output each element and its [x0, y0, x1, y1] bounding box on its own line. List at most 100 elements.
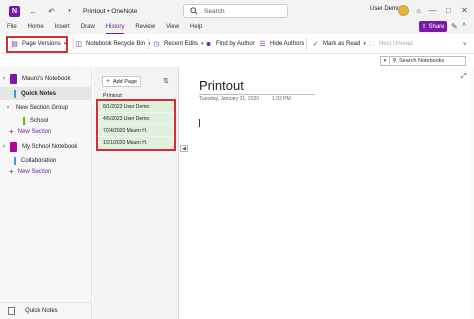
back-icon[interactable]: ← — [29, 7, 38, 16]
onenote-app-icon: N — [9, 5, 20, 17]
section-item-quick-notes[interactable]: Quick Notes — [0, 87, 92, 100]
section-color-bar — [23, 116, 25, 125]
search-box[interactable]: Search — [183, 4, 288, 18]
search-icon — [190, 7, 198, 15]
page-versions-button[interactable]: ▤ Page Versions ▾ — [10, 37, 66, 51]
next-unread-icon: □ — [369, 40, 374, 48]
chevron-down-icon[interactable]: ˅ — [463, 42, 467, 48]
next-unread-label: Next Unread — [379, 41, 413, 47]
chevron-down-icon: ▾ — [63, 41, 67, 47]
mark-read-icon: ✓ — [312, 41, 319, 48]
chevron-down-icon[interactable]: ˅ — [4, 105, 12, 111]
maximize-icon[interactable]: □ — [443, 5, 454, 16]
page-versions-label: Page Versions — [22, 41, 61, 47]
quick-notes-label: Quick Notes — [25, 308, 58, 314]
divider — [148, 38, 149, 50]
share-icon: ⇧ — [421, 24, 427, 30]
hide-authors-button[interactable]: ☰ Hide Authors — [258, 37, 304, 51]
person-search-icon: ☻ — [204, 40, 213, 48]
clock-icon: ◷ — [153, 41, 160, 48]
plus-icon: + — [9, 127, 14, 136]
sort-icon[interactable]: ⇅ — [163, 77, 169, 85]
plus-icon: + — [105, 78, 110, 85]
recycle-bin-icon: ◫ — [75, 41, 82, 48]
chevron-down-icon[interactable]: ˅ — [0, 76, 8, 82]
section-color-bar — [14, 89, 16, 98]
title-underline — [199, 94, 315, 95]
chevron-up-icon[interactable]: ˄ — [462, 22, 471, 31]
section-name: School — [30, 117, 49, 124]
section-name: Collaboration — [21, 157, 57, 164]
add-page-label: Add Page — [112, 78, 138, 85]
chevron-down-icon[interactable]: ˅ — [0, 144, 8, 150]
search-icon: ⚲ — [392, 58, 397, 64]
lightbulb-icon[interactable]: ☼ — [413, 5, 424, 16]
recent-edits-button[interactable]: ◷ Recent Edits ▾ — [152, 37, 203, 51]
user-name[interactable]: User Demo — [370, 6, 400, 12]
section-name: Quick Notes — [21, 90, 57, 97]
scrollbar[interactable] — [470, 67, 474, 319]
share-label: Share — [428, 23, 445, 30]
recycle-bin-label: Notebook Recycle Bin — [86, 41, 146, 47]
divider — [306, 38, 307, 50]
next-unread-button[interactable]: □ Next Unread — [367, 37, 413, 51]
quick-notes-footer[interactable]: Quick Notes — [0, 302, 92, 319]
tab-file[interactable]: File — [7, 22, 17, 34]
recent-edits-label: Recent Edits — [164, 41, 199, 47]
window-title: Printout • OneNote — [83, 7, 138, 15]
page-canvas[interactable] — [180, 67, 474, 319]
notebook-search-label: Search Notebooks — [399, 58, 445, 64]
page-title[interactable]: Printout — [199, 78, 244, 93]
page-versions-icon: ▤ — [11, 41, 18, 48]
share-button[interactable]: ⇧ Share — [419, 21, 447, 32]
search-placeholder: Search — [204, 7, 225, 15]
find-by-author-label: Find by Author — [216, 41, 255, 47]
add-page-button[interactable]: + Add Page — [102, 76, 141, 87]
tab-draw[interactable]: Draw — [81, 22, 95, 34]
section-group-new-section-group[interactable]: ˅ New Section Group — [0, 101, 92, 114]
plus-icon: + — [9, 167, 14, 176]
tab-insert[interactable]: Insert — [55, 22, 70, 34]
page-item-label: Printout — [103, 92, 122, 99]
minimize-icon[interactable]: — — [427, 5, 438, 16]
chevron-down-icon[interactable]: ▾ — [381, 58, 389, 64]
page-date: Tuesday, January 21, 2020 — [199, 96, 260, 102]
notebook-item-mauros-notebook[interactable]: ˅ Mauro's Notebook — [0, 72, 92, 85]
tab-home[interactable]: Home — [28, 22, 44, 34]
collapse-panel-button[interactable]: ◀ — [180, 145, 188, 152]
notebook-icon — [10, 73, 17, 84]
add-section-button[interactable]: + New Section — [0, 125, 92, 138]
tab-history[interactable]: History — [105, 22, 124, 34]
text-cursor — [199, 119, 200, 127]
close-icon[interactable]: ✕ — [459, 5, 470, 16]
add-section-label: New Section — [17, 128, 52, 135]
find-by-author-button[interactable]: ☻ Find by Author — [204, 37, 255, 51]
chevron-down-icon: ▾ — [363, 41, 366, 47]
notebook-recycle-bin-button[interactable]: ◫ Notebook Recycle Bin ▾ — [74, 37, 150, 51]
notebook-search[interactable]: ▾ ⚲ Search Notebooks — [380, 56, 466, 66]
mark-as-read-label: Mark as Read — [323, 41, 361, 47]
notebook-name: Mauro's Notebook — [22, 75, 71, 82]
chevron-down-icon[interactable]: ▾ — [65, 7, 74, 16]
pen-icon[interactable]: ✎ — [451, 22, 460, 31]
notebook-icon — [10, 141, 17, 152]
highlight-box-page-versions-list — [96, 99, 176, 151]
add-section-button[interactable]: + New Section — [0, 165, 92, 178]
tab-review[interactable]: Review — [135, 22, 155, 34]
section-color-bar — [14, 156, 16, 165]
avatar[interactable] — [398, 5, 409, 16]
mark-as-read-button[interactable]: ✓ Mark as Read ▾ — [311, 37, 366, 51]
notebook-name: My School Notebook — [22, 143, 78, 150]
undo-icon[interactable]: ↶ — [47, 7, 56, 16]
ribbon-tabs: File Home Insert Draw History Review Vie… — [0, 22, 474, 34]
hide-authors-label: Hide Authors — [270, 41, 305, 47]
quick-notes-icon — [8, 307, 15, 315]
expand-icon[interactable]: ⤢ — [461, 73, 467, 81]
page-time: 1:32 PM — [272, 96, 291, 102]
section-group-name: New Section Group — [16, 104, 69, 111]
add-section-label: New Section — [17, 168, 52, 175]
tab-view[interactable]: View — [166, 22, 179, 34]
tab-help[interactable]: Help — [190, 22, 202, 34]
notebook-item-my-school-notebook[interactable]: ˅ My School Notebook — [0, 140, 92, 153]
hide-authors-icon: ☰ — [259, 41, 266, 48]
